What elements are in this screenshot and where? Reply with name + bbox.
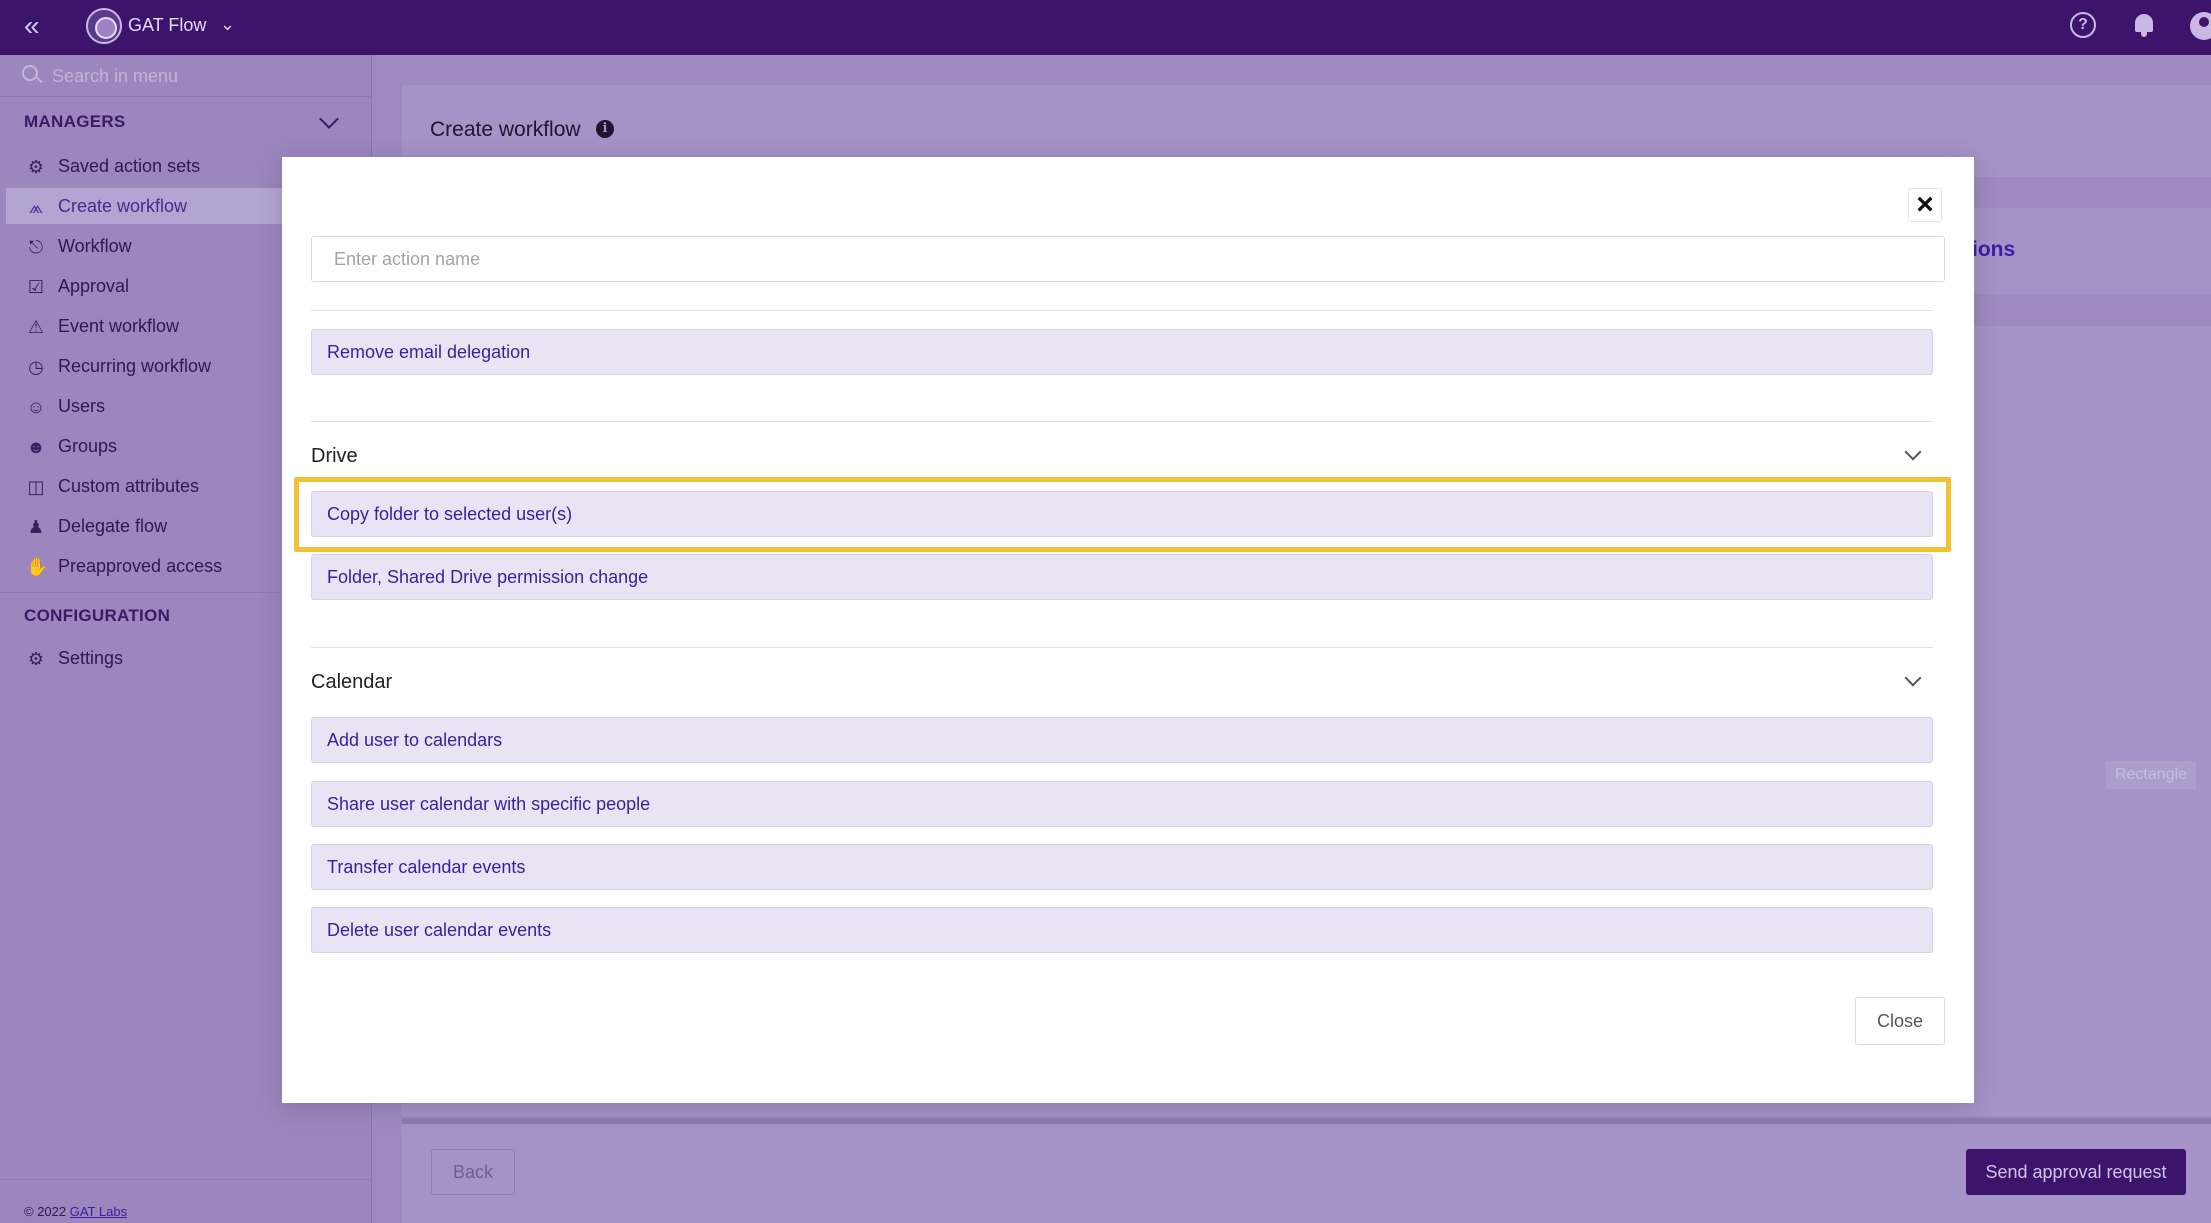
partial-heading[interactable]: ions (1972, 238, 2015, 262)
branch-icon: ⩕ (28, 197, 44, 217)
managers-heading: MANAGERS (24, 112, 126, 131)
clock-icon: ◷ (28, 357, 44, 377)
modal-divider (311, 647, 1933, 648)
app-name[interactable]: GAT Flow (128, 15, 206, 36)
rectangle-tag: Rectangle (2106, 761, 2196, 789)
footer: © 2022 GAT Labs (24, 1204, 127, 1219)
hand-icon: ✋ (26, 557, 49, 577)
send-approval-request-button[interactable]: Send approval request (1966, 1149, 2186, 1195)
top-bar: « GAT Flow ⌄ ? (0, 0, 2211, 55)
bottom-action-bar (402, 1118, 2211, 1223)
collapse-menu-icon[interactable]: « (24, 12, 40, 40)
action-add-user-to-calendars[interactable]: Add user to calendars (311, 717, 1933, 763)
group-heading-calendar[interactable]: Calendar (311, 671, 392, 694)
user-search-icon: ☺ (26, 397, 46, 417)
bell-icon[interactable] (2131, 12, 2157, 38)
modal-divider (311, 310, 1933, 311)
app-switcher-chevron-icon[interactable]: ⌄ (220, 14, 235, 35)
close-button[interactable]: Close (1855, 997, 1945, 1045)
copyright-text: © 2022 (24, 1204, 67, 1219)
group-icon: ☻ (26, 437, 46, 457)
siren-icon: ⚠ (27, 317, 45, 337)
action-folder-permission-change[interactable]: Folder, Shared Drive permission change (311, 554, 1933, 600)
action-remove-email-delegation[interactable]: Remove email delegation (311, 329, 1933, 375)
search-placeholder[interactable]: Search in menu (52, 66, 178, 87)
hierarchy-icon: ⎋ (28, 237, 44, 257)
help-icon[interactable]: ? (2070, 12, 2096, 38)
user-avatar-icon[interactable] (2190, 12, 2211, 40)
back-button[interactable]: Back (431, 1149, 515, 1195)
page-title: Create workflow (430, 118, 581, 141)
action-picker-modal (282, 157, 1974, 1103)
info-icon[interactable]: i (596, 120, 614, 138)
configuration-heading: CONFIGURATION (24, 606, 171, 625)
action-share-user-calendar[interactable]: Share user calendar with specific people (311, 781, 1933, 827)
gat-labs-link[interactable]: GAT Labs (70, 1204, 127, 1219)
action-name-input[interactable] (311, 236, 1945, 282)
action-transfer-calendar-events[interactable]: Transfer calendar events (311, 844, 1933, 890)
app-logo (86, 8, 122, 44)
user-question-icon: ♟ (27, 517, 45, 537)
table-icon: ◫ (27, 477, 45, 497)
close-icon[interactable]: × (1908, 188, 1942, 222)
chevron-down-icon[interactable] (319, 109, 339, 129)
group-heading-drive[interactable]: Drive (311, 445, 358, 468)
action-delete-calendar-events[interactable]: Delete user calendar events (311, 907, 1933, 953)
gear-stack-icon: ⚙ (27, 157, 45, 177)
modal-divider (311, 421, 1933, 422)
footer-divider (0, 1179, 372, 1180)
menu-search[interactable]: Search in menu (0, 55, 372, 97)
search-icon (22, 65, 38, 81)
approval-icon: ☑ (27, 277, 45, 297)
gear-icon: ⚙ (27, 649, 45, 669)
action-copy-folder[interactable]: Copy folder to selected user(s) (311, 491, 1933, 537)
